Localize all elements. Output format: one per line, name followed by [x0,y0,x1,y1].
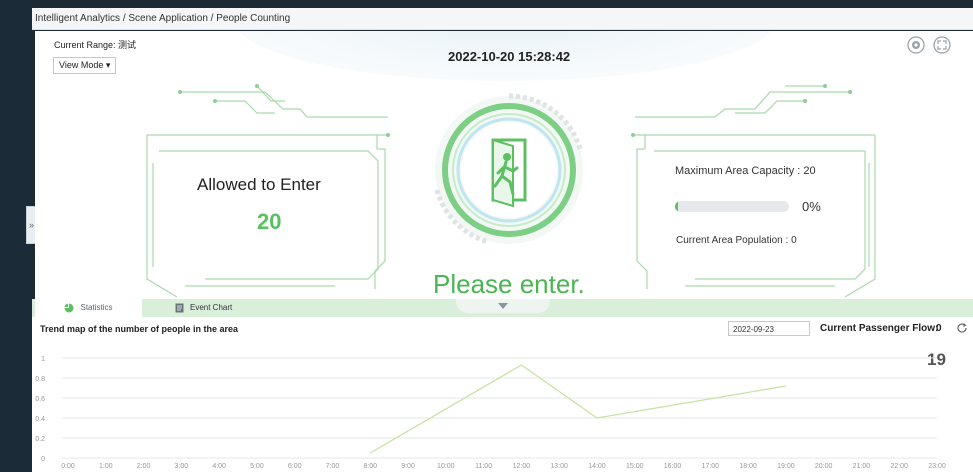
trend-panel: Trend map of the number of people in the… [32,317,973,472]
x-tick-label: 8:00 [363,463,377,470]
x-tick-label: 11:00 [475,463,492,470]
y-tick-label: 0.6 [35,396,45,403]
x-tick-label: 21:00 [853,463,871,470]
chevron-down-icon [498,303,508,309]
pie-chart-icon [64,303,74,313]
tab-event-chart-label: Event Chart [190,303,233,312]
x-tick-label: 0:00 [61,463,75,470]
y-tick-label: 0.8 [35,376,45,383]
x-tick-label: 3:00 [175,463,189,470]
status-panel: Current Range: 测试 View Mode ▾ 2022-10-20… [35,31,973,299]
tab-event-chart[interactable]: Event Chart [175,299,232,317]
x-tick-label: 10:00 [437,463,455,470]
x-tick-label: 6:00 [288,463,302,470]
x-tick-label: 23:00 [928,463,946,470]
x-tick-label: 17:00 [702,463,720,470]
x-tick-label: 14:00 [588,463,606,470]
max-capacity-label: Maximum Area Capacity : 20 [675,165,816,177]
x-tick-label: 16:00 [664,463,682,470]
allowed-to-enter-label: Allowed to Enter [197,175,321,194]
tab-bar: Statistics Event Chart [32,299,973,317]
trend-line-chart: 00.20.40.60.810:00 1:00 2:00 3:00 4:00 5:00 6:… [35,356,946,470]
y-tick-label: 0 [41,456,45,463]
x-tick-label: 9:00 [401,463,415,470]
x-tick-label: 15:00 [626,463,644,470]
x-tick-label: 20:00 [815,463,833,470]
x-tick-label: 18:00 [739,463,757,470]
current-passenger-flow-value: 0 [936,323,942,334]
document-icon [175,303,184,313]
x-tick-label: 7:00 [326,463,340,470]
x-tick-label: 4:00 [212,463,226,470]
y-tick-label: 1 [41,356,45,363]
refresh-icon[interactable] [956,322,968,334]
trend-title: Trend map of the number of people in the… [40,324,239,334]
current-population-label: Current Area Population : 0 [676,235,797,246]
x-tick-label: 22:00 [890,463,908,470]
tab-statistics[interactable]: Statistics [35,299,142,317]
y-tick-label: 0.2 [35,436,45,443]
x-tick-label: 1:00 [99,463,113,470]
capacity-percent: 0% [802,199,821,214]
date-picker-input[interactable]: 2022-09-23 [728,321,810,336]
breadcrumb: Intelligent Analytics / Scene Applicatio… [32,8,973,30]
x-tick-label: 13:00 [550,463,568,470]
x-tick-label: 19:00 [777,463,795,470]
x-tick-label: 5:00 [250,463,264,470]
tab-statistics-label: Statistics [80,303,113,312]
y-tick-label: 0.4 [35,416,45,423]
capacity-progress-bar [675,201,789,212]
allowed-to-enter-value: 20 [257,209,282,234]
entry-status-emblem [434,93,584,245]
x-tick-label: 12:00 [513,463,531,470]
entry-status-message: Please enter. [433,269,585,299]
x-tick-label: 2:00 [137,463,151,470]
collapse-panel-handle[interactable] [456,299,550,313]
current-passenger-flow-label: Current Passenger Flow: [820,323,939,334]
